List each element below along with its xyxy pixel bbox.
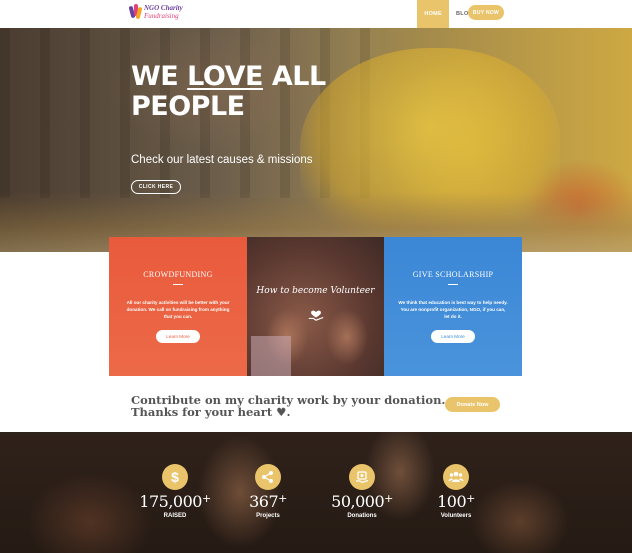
learn-more-button[interactable]: Learn More <box>156 330 200 343</box>
volunteer-card[interactable]: How to become Volunteer <box>247 237 384 376</box>
hero-title: WE LOVE ALL PEOPLE <box>131 61 326 122</box>
card-title: CROWDFUNDING <box>143 270 213 279</box>
stats-section: $ 175,000+ RAISED 367+ Projects 50,000+ … <box>0 432 632 553</box>
stat-value: 100+ <box>437 492 475 511</box>
crowdfunding-card: CROWDFUNDING All our charity activities … <box>109 237 247 376</box>
logo[interactable]: NGO Charity Fundraising <box>128 4 183 20</box>
heart-hand-icon <box>308 310 324 321</box>
card-title: How to become Volunteer <box>256 286 375 296</box>
contribute-text: Contribute on my charity work by your do… <box>131 393 446 419</box>
card-text: We think that education is best way to h… <box>398 300 508 319</box>
learn-more-button[interactable]: Learn More <box>431 330 475 343</box>
divider <box>173 284 183 285</box>
dollar-icon: $ <box>162 464 188 490</box>
click-here-button[interactable]: CLICK HERE <box>131 180 181 194</box>
stat-label: RAISED <box>163 513 187 519</box>
logo-title: NGO Charity <box>144 4 183 12</box>
hero-subtitle: Check our latest causes & missions <box>131 154 313 166</box>
site-header: NGO Charity Fundraising HOME BLOG ▾ BUY … <box>0 0 632 28</box>
stat-value: 50,000+ <box>331 492 393 511</box>
divider <box>448 284 458 285</box>
stat-label: Projects <box>256 513 280 519</box>
people-icon <box>443 464 469 490</box>
scholarship-card: GIVE SCHOLARSHIP We think that education… <box>384 237 522 376</box>
stat-label: Donations <box>347 513 377 519</box>
card-title: GIVE SCHOLARSHIP <box>412 270 494 279</box>
share-icon <box>255 464 281 490</box>
card-text: All our charity activities will be bette… <box>126 300 230 319</box>
logo-subtitle: Fundraising <box>144 12 179 20</box>
feature-cards: CROWDFUNDING All our charity activities … <box>109 237 522 376</box>
hands-logo-icon <box>128 4 143 20</box>
hero-title-love: LOVE <box>187 61 263 92</box>
stat-value: 175,000+ <box>139 492 211 511</box>
buy-now-button[interactable]: BUY NOW <box>468 5 504 20</box>
stat-label: Volunteers <box>440 513 472 519</box>
donation-icon <box>349 464 375 490</box>
nav-item-home[interactable]: HOME <box>417 0 450 28</box>
stat-value: 367+ <box>249 492 287 511</box>
page: NGO Charity Fundraising HOME BLOG ▾ BUY … <box>0 0 632 553</box>
donate-now-button[interactable]: Donate Now <box>445 397 500 412</box>
